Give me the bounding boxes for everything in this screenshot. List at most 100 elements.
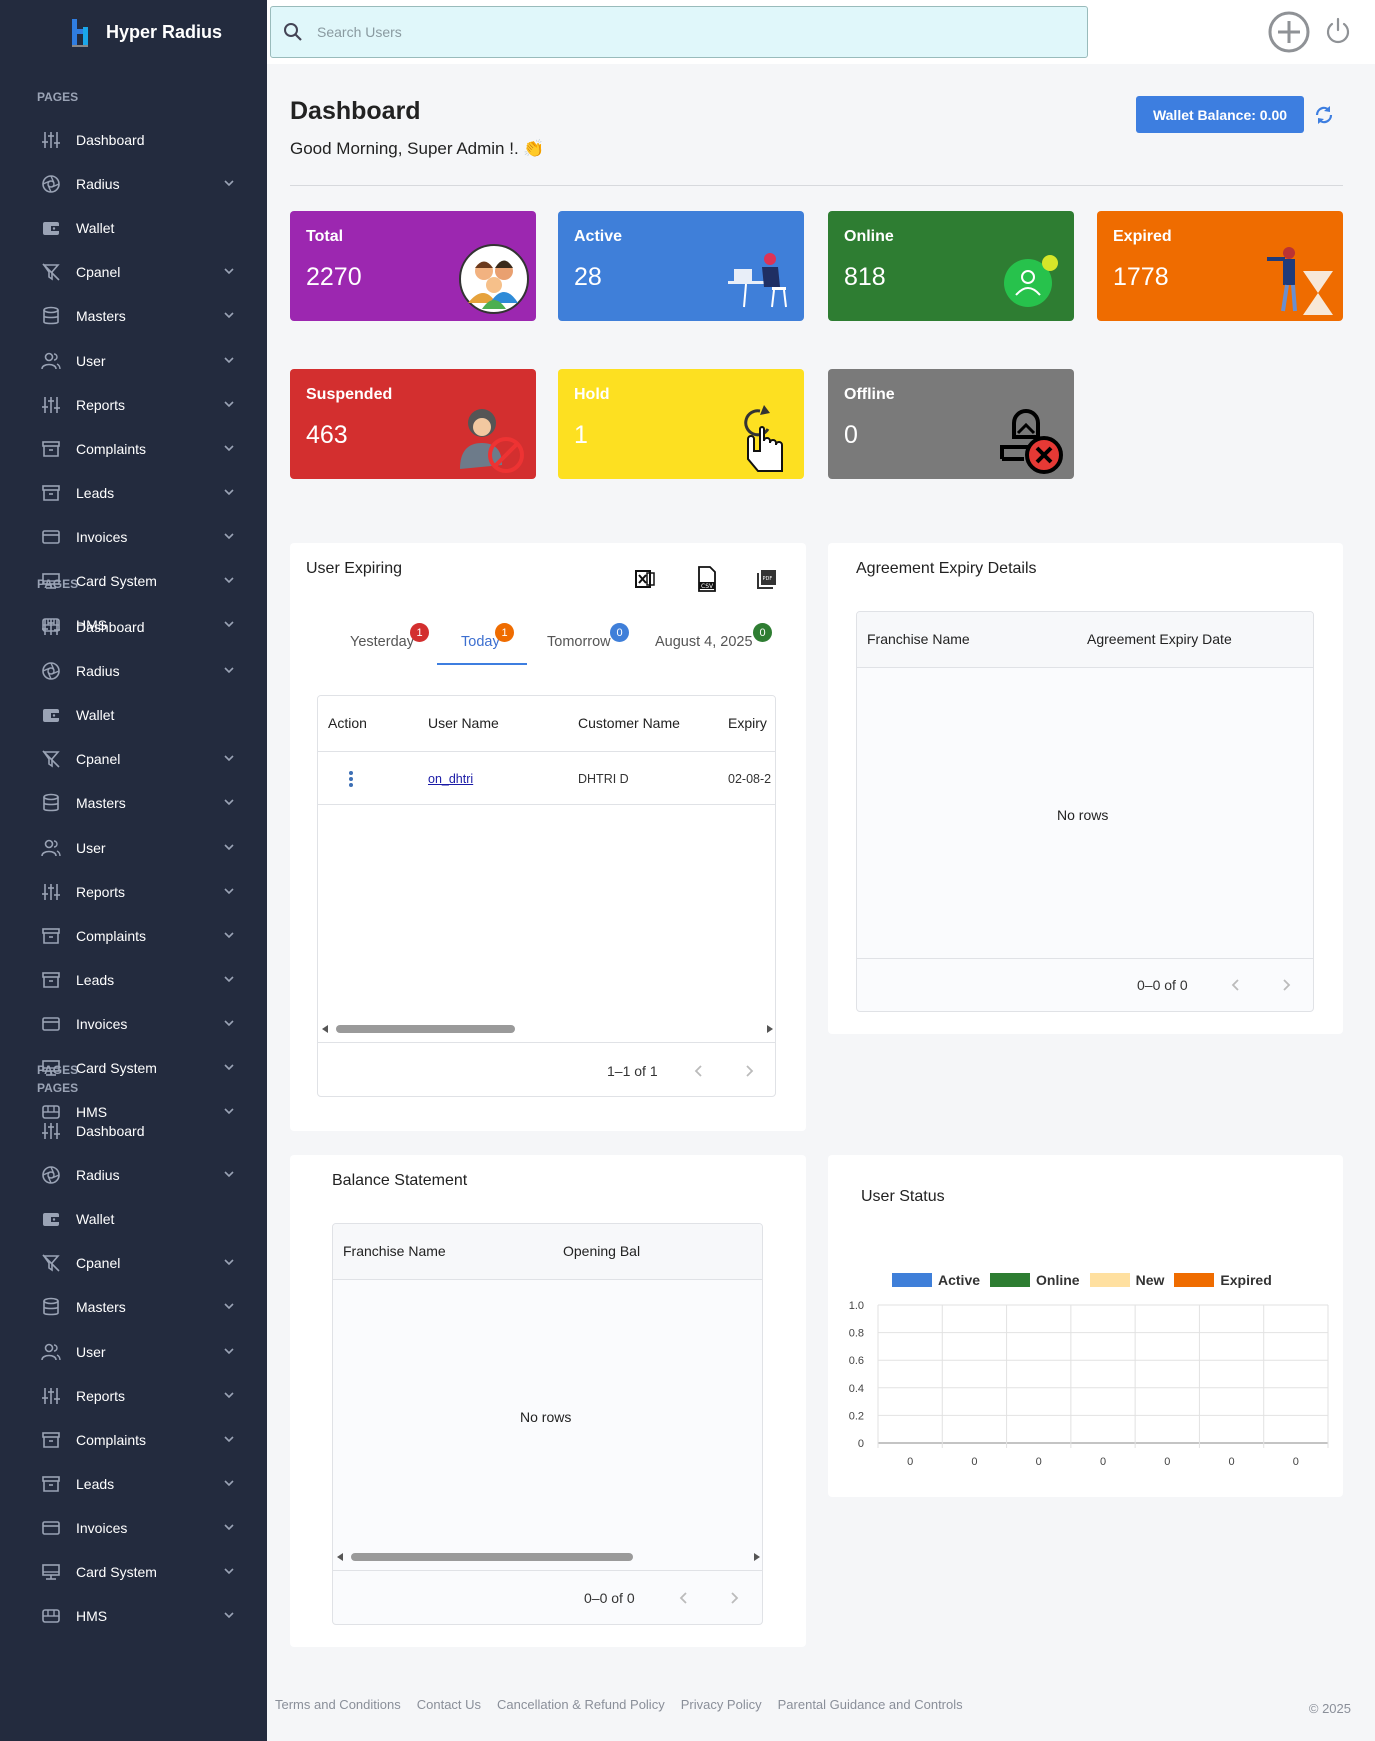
horizontal-scrollbar[interactable] [318, 1023, 775, 1035]
online-user-icon [994, 241, 1070, 317]
sidebar-item-label: Invoices [76, 1519, 128, 1536]
refresh-icon[interactable] [1313, 104, 1335, 126]
footer-link-terms-and-conditions[interactable]: Terms and Conditions [275, 1697, 401, 1712]
prev-page-icon[interactable] [692, 1064, 706, 1078]
tab-yesterday[interactable]: Yesterday [350, 634, 414, 650]
prev-page-icon[interactable] [677, 1591, 691, 1605]
sidebar-item-dashboard[interactable]: Dashboard [0, 118, 267, 162]
sidebar-item-invoices[interactable]: Invoices [0, 515, 267, 559]
col-action[interactable]: Action [328, 715, 367, 731]
footer-link-parental-guidance-and-controls[interactable]: Parental Guidance and Controls [778, 1697, 963, 1712]
col-customer-name[interactable]: Customer Name [578, 715, 680, 731]
sidebar-item-masters[interactable]: Masters [0, 294, 267, 338]
power-icon[interactable] [1323, 16, 1353, 46]
sidebar-item-leads[interactable]: Leads [0, 1462, 267, 1506]
scroll-right-icon[interactable] [754, 1553, 760, 1561]
main-content: Dashboard Good Morning, Super Admin !. 👏… [267, 64, 1375, 1674]
stat-card-value: 28 [574, 263, 602, 291]
sidebar-item-user[interactable]: User [0, 339, 267, 383]
sidebar-item-complaints[interactable]: Complaints [0, 914, 267, 958]
sidebar-item-masters[interactable]: Masters [0, 1285, 267, 1329]
legend-item-new[interactable]: New [1089, 1272, 1164, 1288]
footer-link-contact-us[interactable]: Contact Us [417, 1697, 481, 1712]
col-user-name[interactable]: User Name [428, 715, 499, 731]
scroll-left-icon[interactable] [337, 1553, 343, 1561]
sidebar-item-card-system[interactable]: Card System [0, 1550, 267, 1594]
sidebar-item-dashboard[interactable]: Dashboard [0, 605, 267, 649]
sidebar-item-label: Radius [76, 663, 120, 680]
col-franchise-name[interactable]: Franchise Name [867, 631, 970, 647]
legend-item-online[interactable]: Online [990, 1272, 1080, 1288]
brand[interactable]: Hyper Radius [0, 0, 267, 64]
sidebar-item-wallet[interactable]: Wallet [0, 1197, 267, 1241]
next-page-icon[interactable] [727, 1591, 741, 1605]
user-name-link[interactable]: on_dhtri [428, 772, 473, 786]
excel-export-icon[interactable] [634, 568, 656, 590]
y-tick-label: 0.4 [849, 1383, 864, 1395]
csv-export-icon[interactable]: CSV [696, 566, 718, 592]
horizontal-scrollbar[interactable] [333, 1551, 762, 1563]
chevron-down-icon [222, 264, 236, 278]
stat-card-online[interactable]: Online 818 [828, 211, 1074, 321]
footer-link-privacy-policy[interactable]: Privacy Policy [681, 1697, 762, 1712]
stat-card-active[interactable]: Active 28 [558, 211, 804, 321]
table-row: on_dhtri DHTRI D 02-08-2 [318, 752, 775, 805]
search-bar[interactable] [270, 6, 1088, 58]
sidebar-item-hms[interactable]: HMS [0, 1594, 267, 1638]
sidebar-item-reports[interactable]: Reports [0, 383, 267, 427]
sidebar-item-radius[interactable]: Radius [0, 1153, 267, 1197]
sidebar-item-cpanel[interactable]: Cpanel [0, 737, 267, 781]
sidebar-item-cpanel[interactable]: Cpanel [0, 250, 267, 294]
sidebar-item-dashboard[interactable]: Dashboard [0, 1109, 267, 1153]
sidebar-item-cpanel[interactable]: Cpanel [0, 1241, 267, 1285]
sidebar-item-wallet[interactable]: Wallet [0, 206, 267, 250]
stat-card-suspended[interactable]: Suspended 463 [290, 369, 536, 479]
tab-tomorrow[interactable]: Tomorrow [547, 634, 611, 650]
sidebar-item-label: HMS [76, 1608, 108, 1625]
col-franchise-name[interactable]: Franchise Name [343, 1243, 446, 1259]
tab-count-badge: 1 [410, 623, 429, 642]
sidebar-item-user[interactable]: User [0, 826, 267, 870]
legend-item-expired[interactable]: Expired [1174, 1272, 1272, 1288]
add-circle-icon[interactable] [1267, 10, 1311, 54]
col-expiry[interactable]: Expiry [728, 715, 767, 731]
sidebar-item-complaints[interactable]: Complaints [0, 427, 267, 471]
pdf-export-icon[interactable]: PDF [756, 568, 778, 590]
footer-link-cancellation-refund-policy[interactable]: Cancellation & Refund Policy [497, 1697, 665, 1712]
sidebar-item-leads[interactable]: Leads [0, 958, 267, 1002]
sidebar-item-user[interactable]: User [0, 1330, 267, 1374]
stat-card-total[interactable]: Total 2270 [290, 211, 536, 321]
grid-header: Franchise Name Agreement Expiry Date [857, 612, 1313, 668]
scroll-right-icon[interactable] [767, 1025, 773, 1033]
more-vertical-icon[interactable] [348, 770, 354, 788]
next-page-icon[interactable] [742, 1064, 756, 1078]
col-agreement-expiry-date[interactable]: Agreement Expiry Date [1087, 631, 1232, 647]
scrollbar-thumb[interactable] [336, 1025, 515, 1033]
sidebar-item-label: Cpanel [76, 1255, 121, 1272]
sidebar-item-wallet[interactable]: Wallet [0, 693, 267, 737]
sidebar-item-invoices[interactable]: Invoices [0, 1002, 267, 1046]
sidebar-item-radius[interactable]: Radius [0, 162, 267, 206]
legend-item-active[interactable]: Active [892, 1272, 980, 1288]
scrollbar-thumb[interactable] [351, 1553, 633, 1561]
prev-page-icon[interactable] [1229, 978, 1243, 992]
chevron-down-icon [222, 1060, 236, 1074]
scroll-left-icon[interactable] [322, 1025, 328, 1033]
sidebar-item-invoices[interactable]: Invoices [0, 1506, 267, 1550]
wallet-balance-button[interactable]: Wallet Balance: 0.00 [1136, 96, 1304, 133]
tab-today[interactable]: Today [461, 634, 500, 650]
sidebar-item-leads[interactable]: Leads [0, 471, 267, 515]
sidebar-item-masters[interactable]: Masters [0, 781, 267, 825]
sidebar-item-complaints[interactable]: Complaints [0, 1418, 267, 1462]
stat-card-hold[interactable]: Hold 1 [558, 369, 804, 479]
sidebar-item-reports[interactable]: Reports [0, 870, 267, 914]
sidebar-item-reports[interactable]: Reports [0, 1374, 267, 1418]
chevron-down-icon [222, 353, 236, 367]
stat-card-offline[interactable]: Offline 0 [828, 369, 1074, 479]
sidebar-item-radius[interactable]: Radius [0, 649, 267, 693]
search-input[interactable] [317, 24, 1017, 40]
tab-august-4-2025[interactable]: August 4, 2025 [655, 634, 753, 650]
next-page-icon[interactable] [1279, 978, 1293, 992]
stat-card-expired[interactable]: Expired 1778 [1097, 211, 1343, 321]
col-opening-bal[interactable]: Opening Bal [563, 1243, 640, 1259]
